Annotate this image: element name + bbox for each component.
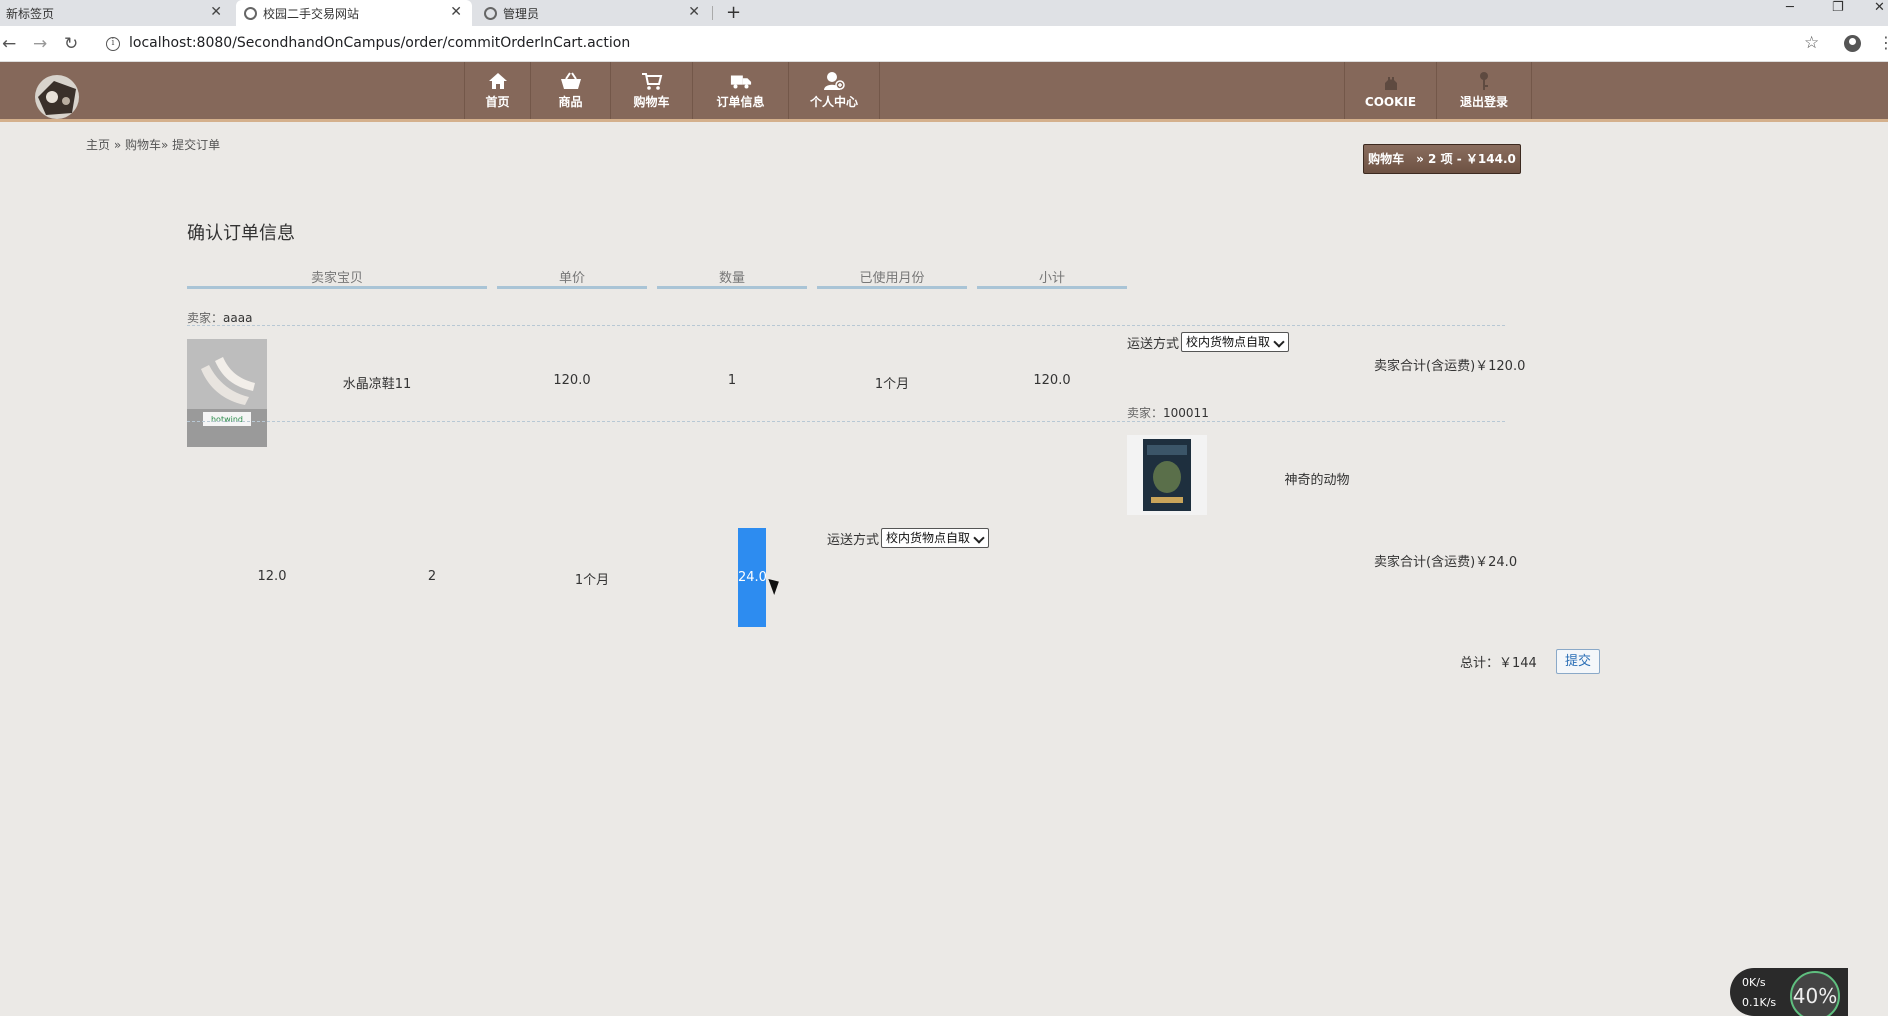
site-header: 首页 商品 购物车 订单信息 个人中心 COOKIE 退出登录 bbox=[0, 62, 1888, 122]
cart-summary-button[interactable]: 购物车 » 2 项 - ￥144.0 bbox=[1363, 144, 1521, 174]
browser-tab-admin[interactable]: 管理员 ✕ bbox=[476, 0, 710, 26]
tab-title: 新标签页 bbox=[6, 6, 55, 21]
info-icon[interactable]: i bbox=[106, 37, 120, 51]
restore-icon[interactable]: ❐ bbox=[1832, 0, 1844, 18]
submit-order-button[interactable]: 提交 bbox=[1556, 649, 1600, 674]
quantity: 1 bbox=[727, 373, 737, 388]
bookmark-star-icon[interactable]: ☆ bbox=[1804, 33, 1819, 53]
quantity: 2 bbox=[427, 569, 437, 584]
close-window-icon[interactable]: ✕ bbox=[1874, 0, 1885, 18]
cart-icon bbox=[641, 71, 663, 91]
close-tab-icon[interactable]: ✕ bbox=[450, 4, 462, 20]
browser-tab-bar: 新标签页 ✕ 校园二手交易网站 ✕ 管理员 ✕ + ─ ❐ ✕ bbox=[0, 0, 1888, 26]
download-speed: 0.1K/s bbox=[1742, 996, 1777, 1009]
upload-speed: 0K/s bbox=[1742, 976, 1766, 989]
globe-icon bbox=[484, 6, 497, 20]
nav-label: 购物车 bbox=[633, 95, 670, 109]
nav-orders[interactable]: 订单信息 bbox=[692, 62, 788, 119]
nav-label: 首页 bbox=[485, 95, 510, 109]
line-subtotal: 120.0 bbox=[1033, 373, 1071, 388]
key-icon bbox=[1473, 71, 1495, 91]
seller-name: 卖家：aaaa bbox=[187, 309, 252, 326]
svg-text:hotwind: hotwind bbox=[211, 415, 243, 424]
column-header-price: 单价 bbox=[497, 267, 647, 289]
close-tab-icon[interactable]: ✕ bbox=[210, 4, 222, 20]
menu-kebab-icon[interactable]: ⋮ bbox=[1878, 33, 1888, 52]
unit-price: 120.0 bbox=[553, 373, 591, 388]
tab-title: 管理员 bbox=[503, 6, 540, 21]
cookie-icon bbox=[1380, 73, 1402, 93]
nav-cookie[interactable]: COOKIE bbox=[1344, 62, 1436, 119]
browser-tab-new[interactable]: 新标签页 ✕ bbox=[0, 0, 232, 26]
shipping-method: 运送方式 校内货物点自取 bbox=[827, 528, 990, 548]
seller-id: aaaa bbox=[223, 311, 253, 325]
product-image-sandals[interactable]: hotwind bbox=[187, 339, 267, 447]
network-speed-widget[interactable]: 0K/s 0.1K/s 40% bbox=[1730, 968, 1848, 1016]
back-icon[interactable]: ← bbox=[2, 34, 16, 54]
product-image-book[interactable] bbox=[1127, 435, 1207, 515]
tab-title: 校园二手交易网站 bbox=[263, 6, 360, 21]
close-tab-icon[interactable]: ✕ bbox=[688, 4, 700, 20]
address-bar: ← → ↻ i localhost:8080/SecondhandOnCampu… bbox=[0, 26, 1888, 62]
product-name[interactable]: 神奇的动物 bbox=[1262, 469, 1372, 488]
divider bbox=[187, 421, 1505, 422]
months-used: 1个月 bbox=[574, 573, 610, 588]
divider bbox=[187, 325, 1505, 326]
seller-id: 100011 bbox=[1163, 406, 1209, 420]
column-header-items: 卖家宝贝 bbox=[187, 267, 487, 289]
nav-profile[interactable]: 个人中心 bbox=[788, 62, 880, 119]
seller-total: 卖家合计(含运费)￥24.0 bbox=[1374, 555, 1518, 570]
product-name[interactable]: 水晶凉鞋11 bbox=[317, 373, 437, 392]
shipping-label: 运送方式 bbox=[1127, 336, 1180, 352]
nav-products[interactable]: 商品 bbox=[530, 62, 610, 119]
shipping-label: 运送方式 bbox=[827, 532, 880, 548]
seller-prefix: 卖家： bbox=[187, 311, 224, 325]
truck-icon bbox=[730, 71, 752, 91]
line-subtotal-selected[interactable]: 24.0 bbox=[738, 528, 767, 627]
order-total: 总计：￥144 bbox=[1460, 656, 1537, 671]
nav-label: 退出登录 bbox=[1459, 95, 1508, 109]
seller-prefix: 卖家： bbox=[1127, 406, 1164, 420]
column-header-months: 已使用月份 bbox=[817, 267, 967, 289]
user-add-icon bbox=[823, 71, 845, 91]
nav-label: 订单信息 bbox=[716, 95, 765, 109]
profile-icon[interactable] bbox=[1844, 35, 1861, 52]
basket-icon bbox=[560, 71, 582, 91]
nav-label: 商品 bbox=[558, 95, 583, 109]
shipping-select[interactable]: 校内货物点自取 bbox=[1181, 332, 1290, 352]
column-header-qty: 数量 bbox=[657, 267, 807, 289]
browser-tab-campus[interactable]: 校园二手交易网站 ✕ bbox=[236, 0, 472, 26]
unit-price: 12.0 bbox=[257, 569, 287, 584]
memory-percent: 40% bbox=[1790, 971, 1840, 1016]
url-field[interactable]: localhost:8080/SecondhandOnCampus/order/… bbox=[129, 35, 630, 51]
nav-logout[interactable]: 退出登录 bbox=[1436, 62, 1532, 119]
nav-cart[interactable]: 购物车 bbox=[610, 62, 692, 119]
breadcrumb[interactable]: 主页 » 购物车» 提交订单 bbox=[86, 136, 220, 153]
globe-icon bbox=[244, 6, 257, 20]
home-icon bbox=[487, 71, 509, 91]
shipping-select[interactable]: 校内货物点自取 bbox=[881, 528, 990, 548]
column-header-subtotal: 小计 bbox=[977, 267, 1127, 289]
seller-name: 卖家：100011 bbox=[1127, 404, 1209, 421]
page-title: 确认订单信息 bbox=[187, 223, 295, 244]
nav-label: 个人中心 bbox=[809, 95, 858, 109]
minimize-icon[interactable]: ─ bbox=[1786, 0, 1794, 18]
seller-total: 卖家合计(含运费)￥120.0 bbox=[1374, 359, 1526, 374]
months-used: 1个月 bbox=[874, 377, 910, 392]
site-logo[interactable] bbox=[24, 67, 90, 121]
forward-icon[interactable]: → bbox=[33, 34, 47, 54]
mouse-cursor-icon bbox=[768, 575, 783, 596]
nav-home[interactable]: 首页 bbox=[464, 62, 530, 119]
tab-divider bbox=[712, 6, 713, 20]
reload-icon[interactable]: ↻ bbox=[64, 34, 78, 54]
shipping-method: 运送方式 校内货物点自取 bbox=[1127, 332, 1290, 352]
new-tab-icon[interactable]: + bbox=[726, 0, 741, 26]
nav-label: COOKIE bbox=[1364, 94, 1417, 109]
